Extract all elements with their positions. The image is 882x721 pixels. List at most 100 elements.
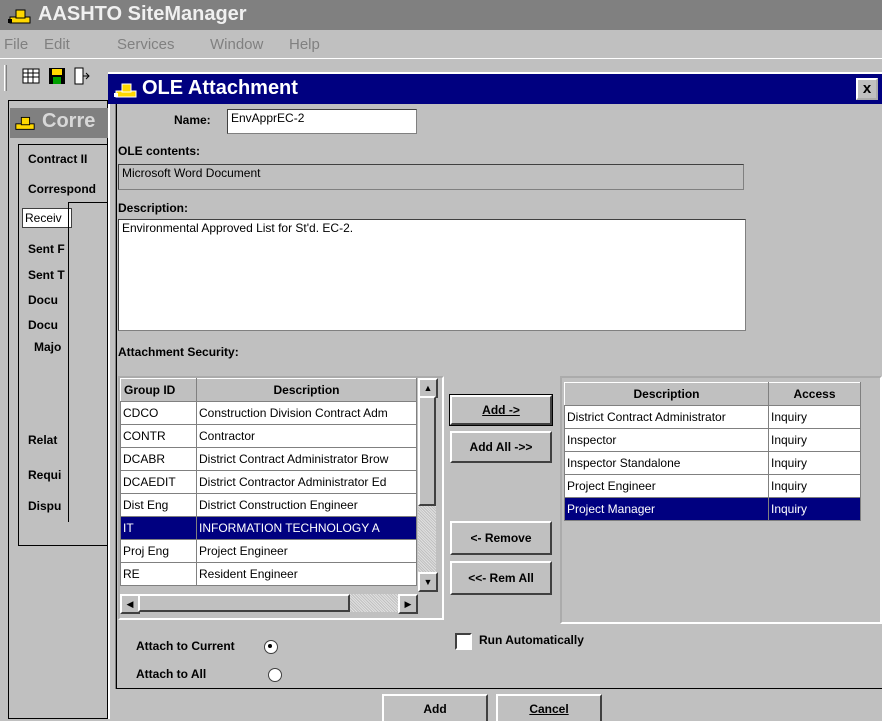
table-row[interactable]: DCAEDIT District Contractor Administrator… [120, 470, 417, 494]
background-window-divider [68, 202, 108, 522]
dialog-title-bar[interactable]: OLE Attachment x [108, 74, 882, 104]
table-row[interactable]: Inspector Inquiry [564, 428, 861, 452]
menu-help[interactable]: Help [289, 36, 320, 53]
menu-bar: File Edit Services Window Help [0, 30, 882, 58]
access-cell[interactable]: Inquiry [768, 428, 861, 452]
access-cell[interactable]: Inquiry [768, 474, 861, 498]
app-title: AASHTO SiteManager [38, 3, 247, 25]
assigned-description-header[interactable]: Description [564, 382, 769, 406]
vertical-scroll-thumb[interactable] [418, 396, 436, 506]
table-row[interactable]: District Contract Administrator Inquiry [564, 405, 861, 429]
app-logo-icon [8, 9, 31, 24]
group-description-cell: Project Engineer [196, 539, 417, 563]
major-label: Majo [34, 340, 62, 354]
ole-contents-label: OLE contents: [118, 144, 201, 158]
table-row[interactable]: CDCO Construction Division Contract Adm [120, 401, 417, 425]
menu-services[interactable]: Services [117, 36, 175, 53]
group-id-cell: CONTR [120, 424, 197, 448]
remove-button-label: <- Remove [470, 531, 532, 545]
horizontal-scrollbar[interactable]: ◀ ▶ [120, 594, 418, 614]
description-header[interactable]: Description [196, 378, 417, 402]
menu-edit[interactable]: Edit [44, 36, 70, 53]
background-window-title-bar: Corre [10, 108, 108, 138]
sent-to-label: Sent T [28, 268, 65, 282]
save-icon[interactable] [48, 67, 66, 85]
add-all-button-label: Add All ->> [469, 440, 533, 454]
run-automatically-checkbox[interactable] [455, 633, 472, 650]
group-description-cell: Construction Division Contract Adm [196, 401, 417, 425]
access-cell[interactable]: Inquiry [768, 405, 861, 429]
table-row[interactable]: DCABR District Contract Administrator Bro… [120, 447, 417, 471]
table-row[interactable]: Inspector Standalone Inquiry [564, 451, 861, 475]
ole-contents-field: Microsoft Word Document [118, 164, 744, 190]
close-button[interactable]: x [856, 78, 878, 100]
dialog-frame-line [116, 104, 117, 689]
scroll-down-icon[interactable]: ▼ [418, 572, 438, 592]
group-id-cell: CDCO [120, 401, 197, 425]
description-textarea[interactable]: Environmental Approved List for St'd. EC… [118, 219, 746, 331]
group-description-cell: District Construction Engineer [196, 493, 417, 517]
assigned-description-cell: Inspector [564, 428, 769, 452]
grid-header-row: Group ID Description [120, 378, 417, 402]
remove-all-button[interactable]: <<- Rem All [450, 561, 552, 595]
cancel-button[interactable]: Cancel [496, 694, 602, 721]
group-description-cell: District Contractor Administrator Ed [196, 470, 417, 494]
toolbar-grip [4, 65, 7, 91]
remove-all-button-label: <<- Rem All [468, 571, 534, 585]
table-row-selected[interactable]: Project Manager Inquiry [564, 497, 861, 521]
table-row-selected[interactable]: IT INFORMATION TECHNOLOGY A [120, 516, 417, 540]
attach-to-current-label: Attach to Current [136, 639, 235, 653]
access-cell[interactable]: Inquiry [768, 497, 861, 521]
document-label-2: Docu [28, 318, 58, 332]
menu-file[interactable]: File [4, 36, 28, 53]
required-label: Requi [28, 468, 62, 482]
disputed-label: Dispu [28, 499, 62, 513]
add-button-label: Add -> [482, 403, 520, 417]
scroll-left-icon[interactable]: ◀ [120, 594, 140, 614]
group-id-cell: Proj Eng [120, 539, 197, 563]
access-cell[interactable]: Inquiry [768, 451, 861, 475]
description-label: Description: [118, 201, 189, 215]
group-id-header[interactable]: Group ID [120, 378, 197, 402]
calculator-icon[interactable] [22, 67, 40, 85]
close-icon: x [862, 80, 872, 97]
assigned-description-cell: Inspector Standalone [564, 451, 769, 475]
table-row[interactable]: CONTR Contractor [120, 424, 417, 448]
attach-to-all-radio[interactable] [268, 668, 282, 682]
add-button[interactable]: Add -> [449, 394, 553, 426]
dialog-bottom-line [116, 688, 882, 689]
name-label: Name: [174, 113, 211, 127]
group-id-cell: IT [120, 516, 197, 540]
attachment-security-label: Attachment Security: [118, 345, 239, 359]
document-label-1: Docu [28, 293, 58, 307]
group-description-cell: Resident Engineer [196, 562, 417, 586]
group-description-cell: District Contract Administrator Brow [196, 447, 417, 471]
horizontal-scroll-thumb[interactable] [138, 594, 350, 612]
scroll-up-icon[interactable]: ▲ [418, 378, 438, 398]
table-row[interactable]: RE Resident Engineer [120, 562, 417, 586]
attach-to-current-radio[interactable] [264, 640, 278, 654]
add-attachment-button[interactable]: Add [382, 694, 488, 721]
exit-door-icon[interactable] [72, 67, 90, 85]
dialog-logo-icon [114, 83, 137, 98]
received-field[interactable]: Receiv [22, 208, 72, 228]
add-all-button[interactable]: Add All ->> [450, 431, 552, 463]
group-id-cell: RE [120, 562, 197, 586]
group-description-cell: INFORMATION TECHNOLOGY A [196, 516, 417, 540]
name-input[interactable]: EnvApprEC-2 [227, 109, 417, 134]
group-id-cell: DCABR [120, 447, 197, 471]
assigned-description-cell: District Contract Administrator [564, 405, 769, 429]
dialog-title: OLE Attachment [142, 77, 298, 99]
access-header[interactable]: Access [768, 382, 861, 406]
table-row[interactable]: Dist Eng District Construction Engineer [120, 493, 417, 517]
remove-button[interactable]: <- Remove [450, 521, 552, 555]
group-description-cell: Contractor [196, 424, 417, 448]
scroll-right-icon[interactable]: ▶ [398, 594, 418, 614]
assigned-groups-grid: Description Access District Contract Adm… [560, 376, 882, 624]
menu-window[interactable]: Window [210, 36, 263, 53]
vertical-scrollbar[interactable]: ▲ ▼ [418, 378, 438, 592]
table-row[interactable]: Proj Eng Project Engineer [120, 539, 417, 563]
window-logo-icon [15, 116, 35, 130]
table-row[interactable]: Project Engineer Inquiry [564, 474, 861, 498]
available-groups-grid: Group ID Description CDCO Construction Di… [118, 376, 444, 620]
